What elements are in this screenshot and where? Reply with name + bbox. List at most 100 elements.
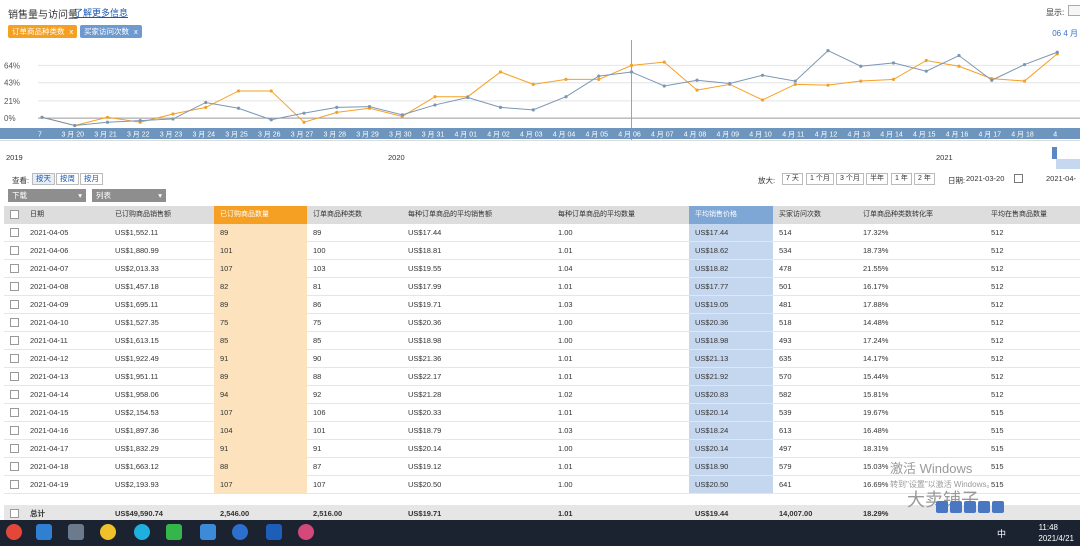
chip-close-icon[interactable]: x bbox=[70, 27, 74, 36]
column-header[interactable]: 平均销售价格 bbox=[689, 206, 773, 224]
table-row[interactable]: 2021-04-12 US$1,922.49 91 90 US$21.36 1.01 US$… bbox=[4, 350, 1080, 368]
app-icon[interactable] bbox=[298, 524, 314, 540]
data-point[interactable] bbox=[269, 89, 273, 93]
data-point[interactable] bbox=[760, 98, 765, 102]
data-point[interactable] bbox=[859, 79, 863, 83]
table-row[interactable]: 2021-04-10 US$1,527.35 75 75 US$20.36 1.00 US$… bbox=[4, 314, 1080, 332]
data-point[interactable] bbox=[924, 58, 928, 63]
column-header[interactable]: 日期 bbox=[24, 206, 109, 224]
data-point[interactable] bbox=[171, 112, 175, 116]
data-point[interactable] bbox=[597, 77, 601, 82]
data-point[interactable] bbox=[367, 104, 372, 109]
zoom-2y-button[interactable]: 2 年 bbox=[914, 173, 935, 185]
column-header[interactable]: 平均在售商品数量 bbox=[985, 206, 1080, 224]
date-from-input[interactable]: 2021-03-20 bbox=[966, 174, 1004, 183]
data-point[interactable] bbox=[433, 103, 437, 107]
learn-more-link[interactable]: 了解更多信息 bbox=[74, 6, 128, 19]
ime-icon[interactable] bbox=[964, 501, 976, 513]
list-dropdown[interactable]: 列表 ▾ bbox=[92, 189, 166, 202]
data-point[interactable] bbox=[105, 120, 110, 124]
data-point[interactable] bbox=[498, 105, 503, 110]
data-point[interactable] bbox=[466, 95, 470, 100]
row-checkbox[interactable] bbox=[10, 300, 19, 309]
data-point[interactable] bbox=[1022, 62, 1027, 67]
data-point[interactable] bbox=[498, 70, 503, 74]
zoom-7d-button[interactable]: 7 天 bbox=[782, 173, 803, 185]
data-point[interactable] bbox=[1022, 79, 1027, 83]
data-point[interactable] bbox=[1055, 50, 1059, 54]
row-checkbox[interactable] bbox=[10, 480, 19, 489]
row-checkbox[interactable] bbox=[10, 354, 19, 363]
data-point[interactable] bbox=[236, 106, 241, 110]
column-header[interactable]: 每种订单商品的平均销售额 bbox=[402, 206, 552, 224]
data-point[interactable] bbox=[531, 108, 535, 112]
table-row[interactable]: 2021-04-11 US$1,613.15 85 85 US$18.98 1.00 US$… bbox=[4, 332, 1080, 350]
row-checkbox[interactable] bbox=[10, 282, 19, 291]
series-line-0[interactable] bbox=[41, 53, 1058, 127]
data-point[interactable] bbox=[105, 115, 110, 119]
timeline-handle[interactable] bbox=[1052, 147, 1057, 159]
app-icon[interactable] bbox=[200, 524, 216, 540]
row-checkbox[interactable] bbox=[10, 462, 19, 471]
table-row[interactable]: 2021-04-17 US$1,832.29 91 91 US$20.14 1.00 US$… bbox=[4, 440, 1080, 458]
data-point[interactable] bbox=[171, 117, 175, 121]
chip-order-item-types[interactable]: 订单商品种类数 x bbox=[8, 25, 78, 38]
chip-close-icon[interactable]: x bbox=[134, 27, 138, 36]
row-checkbox[interactable] bbox=[10, 372, 19, 381]
totals-checkbox[interactable] bbox=[10, 509, 19, 518]
data-point[interactable] bbox=[564, 95, 568, 99]
data-point[interactable] bbox=[433, 95, 437, 99]
row-checkbox[interactable] bbox=[10, 426, 19, 435]
data-point[interactable] bbox=[400, 113, 404, 117]
row-checkbox[interactable] bbox=[10, 228, 19, 237]
data-point[interactable] bbox=[138, 118, 142, 123]
data-point[interactable] bbox=[793, 82, 797, 86]
data-point[interactable] bbox=[891, 61, 896, 65]
clock-time[interactable]: 11:48 bbox=[1039, 523, 1058, 532]
data-point[interactable] bbox=[236, 89, 241, 93]
data-point[interactable] bbox=[695, 78, 699, 82]
folder-icon[interactable] bbox=[68, 524, 84, 540]
table-row[interactable]: 2021-04-08 US$1,457.18 82 81 US$17.99 1.01 US$… bbox=[4, 278, 1080, 296]
data-point[interactable] bbox=[826, 48, 830, 53]
timeline-selection[interactable] bbox=[1056, 159, 1080, 169]
timeline-navigator[interactable]: 2019 2020 2021 bbox=[0, 140, 1080, 172]
date-to-input[interactable]: 2021-04- bbox=[1046, 174, 1076, 183]
column-header[interactable]: 买家访问次数 bbox=[773, 206, 857, 224]
wechat-icon[interactable] bbox=[166, 524, 182, 540]
row-checkbox[interactable] bbox=[10, 246, 19, 255]
row-checkbox[interactable] bbox=[10, 390, 19, 399]
data-point[interactable] bbox=[695, 88, 699, 92]
chrome-icon[interactable] bbox=[100, 524, 116, 540]
app-icon[interactable] bbox=[232, 524, 248, 540]
table-row[interactable]: 2021-04-07 US$2,013.33 107 103 US$19.55 1.04 U… bbox=[4, 260, 1080, 278]
data-point[interactable] bbox=[597, 74, 601, 78]
ime-icon[interactable] bbox=[978, 501, 990, 513]
table-row[interactable]: 2021-04-09 US$1,695.11 89 86 US$19.71 1.03 US$… bbox=[4, 296, 1080, 314]
zoom-6m-button[interactable]: 半年 bbox=[866, 173, 888, 185]
data-point[interactable] bbox=[924, 69, 928, 73]
chip-buyer-visits[interactable]: 买家访问次数 x bbox=[80, 25, 142, 38]
row-checkbox[interactable] bbox=[10, 444, 19, 453]
data-point[interactable] bbox=[73, 123, 77, 128]
tab-by-week[interactable]: 按周 bbox=[56, 173, 79, 185]
ime-icon[interactable] bbox=[936, 501, 948, 513]
app-icon[interactable] bbox=[36, 524, 52, 540]
data-point[interactable] bbox=[564, 77, 568, 82]
data-point[interactable] bbox=[302, 120, 306, 124]
data-point[interactable] bbox=[662, 60, 666, 64]
tab-by-day[interactable]: 按天 bbox=[32, 173, 55, 185]
ime-icon[interactable] bbox=[992, 501, 1004, 513]
clock-date[interactable]: 2021/4/21 bbox=[1038, 534, 1074, 543]
row-checkbox[interactable] bbox=[10, 264, 19, 273]
data-point[interactable] bbox=[269, 118, 273, 122]
data-point[interactable] bbox=[629, 70, 634, 74]
zoom-1y-button[interactable]: 1 年 bbox=[891, 173, 912, 185]
column-header[interactable]: 每种订单商品的平均数量 bbox=[552, 206, 689, 224]
edge-icon[interactable] bbox=[134, 524, 150, 540]
display-select[interactable] bbox=[1068, 5, 1080, 16]
data-point[interactable] bbox=[662, 84, 666, 88]
ime-icon[interactable] bbox=[950, 501, 962, 513]
series-line-1[interactable] bbox=[41, 49, 1058, 127]
data-point[interactable] bbox=[629, 63, 634, 68]
